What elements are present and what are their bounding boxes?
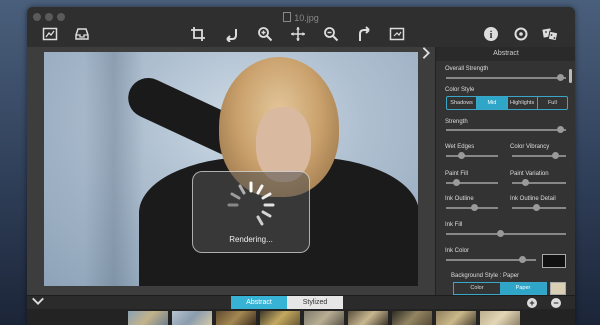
rendering-overlay: Rendering... [192, 171, 310, 253]
bottom-bar: Abstract Stylized + − [27, 295, 575, 310]
effects-icon[interactable] [541, 25, 559, 43]
collapse-chevron-down-icon[interactable] [31, 294, 45, 308]
crop-icon[interactable] [189, 25, 207, 43]
ink-fill-label: Ink Fill [445, 222, 463, 228]
redo-icon[interactable] [355, 25, 373, 43]
paint-variation-slider[interactable] [512, 179, 566, 186]
preset-thumbnail[interactable] [392, 311, 432, 325]
tab-abstract[interactable]: Abstract [231, 296, 287, 310]
fit-screen-icon[interactable] [388, 25, 406, 43]
strength-label: Strength [445, 119, 468, 125]
paint-variation-label: Paint Variation [510, 171, 549, 177]
ink-fill-slider[interactable] [446, 230, 566, 237]
strength-slider[interactable] [446, 126, 566, 133]
info-icon[interactable]: i [482, 25, 500, 43]
color-vibrancy-label: Color Vibrancy [510, 144, 550, 150]
rendering-label: Rendering... [229, 235, 273, 244]
preset-thumbnail[interactable] [216, 311, 256, 325]
preset-thumbnail[interactable] [348, 311, 388, 325]
ink-outline-detail-slider[interactable] [512, 204, 566, 211]
background-style-segmented-control: Color Paper [453, 282, 547, 295]
preset-thumbnail[interactable] [304, 311, 344, 325]
ink-color-label: Ink Color [445, 248, 470, 254]
preset-strip [27, 309, 575, 325]
app-window: 10.jpg i Rendering... Abstract Overall S… [27, 7, 575, 325]
background-style-label: Background Style : Paper [451, 273, 520, 279]
slider-knob[interactable] [551, 152, 559, 159]
ink-outline-label: Ink Outline [445, 196, 474, 202]
canvas-area[interactable]: Rendering... [27, 47, 435, 295]
undo-icon[interactable] [223, 25, 241, 43]
add-preset-button[interactable]: + [527, 298, 537, 308]
panel-title: Abstract [436, 47, 575, 61]
color-vibrancy-slider[interactable] [512, 152, 566, 159]
ink-outline-slider[interactable] [446, 204, 498, 211]
preset-thumbnail[interactable] [480, 311, 520, 325]
slider-knob[interactable] [532, 204, 540, 211]
slider-knob[interactable] [556, 126, 564, 133]
paint-fill-label: Paint Fill [445, 171, 469, 177]
collapse-panel-chevron-icon[interactable] [419, 46, 433, 60]
slider-knob[interactable] [496, 230, 504, 237]
preset-thumbnail[interactable] [436, 311, 476, 325]
zoom-in-icon[interactable] [256, 25, 274, 43]
background-style-color[interactable]: Color [454, 283, 500, 294]
color-style-highlights[interactable]: Highlights [508, 97, 538, 109]
remove-preset-button[interactable]: − [551, 298, 561, 308]
color-style-mid[interactable]: Mid [477, 97, 508, 109]
photo-preview[interactable]: Rendering... [44, 52, 418, 286]
color-style-full[interactable]: Full [538, 97, 567, 109]
paint-fill-slider[interactable] [446, 179, 498, 186]
color-style-label: Color Style [445, 87, 475, 93]
color-style-shadows[interactable]: Shadows [447, 97, 478, 109]
svg-text:i: i [490, 30, 493, 41]
window-title: 10.jpg [27, 12, 575, 23]
ink-color-swatch[interactable] [542, 254, 566, 268]
slider-knob[interactable] [556, 74, 564, 81]
preset-thumbnail[interactable] [260, 311, 300, 325]
ink-color-slider[interactable] [446, 256, 536, 263]
settings-panel: Abstract Overall Strength Color Style Sh… [435, 47, 575, 295]
zoom-out-icon[interactable] [322, 25, 340, 43]
document-icon [283, 12, 292, 22]
color-style-segmented-control: Shadows Mid Highlights Full [446, 96, 568, 110]
overall-strength-slider[interactable] [446, 74, 566, 81]
ink-outline-detail-label: Ink Outline Detail [510, 196, 556, 202]
tray-icon[interactable] [73, 25, 91, 43]
wet-edges-slider[interactable] [446, 152, 498, 159]
preset-thumbnail[interactable] [172, 311, 212, 325]
tab-stylized[interactable]: Stylized [287, 296, 343, 310]
slider-knob[interactable] [519, 256, 526, 263]
title-bar: 10.jpg i [27, 7, 575, 48]
compare-icon[interactable] [41, 25, 59, 43]
background-style-paper[interactable]: Paper [500, 283, 546, 294]
preset-thumbnail[interactable] [128, 311, 168, 325]
slider-knob[interactable] [452, 179, 460, 186]
wet-edges-label: Wet Edges [445, 144, 475, 150]
settings-icon[interactable] [512, 25, 530, 43]
panel-scrollbar[interactable] [569, 69, 572, 83]
slider-knob[interactable] [522, 179, 529, 186]
paper-texture-thumbnail[interactable] [550, 282, 566, 295]
slider-knob[interactable] [471, 204, 479, 211]
move-icon[interactable] [289, 25, 307, 43]
slider-knob[interactable] [458, 152, 466, 159]
spinner-icon [227, 181, 275, 226]
overall-strength-label: Overall Strength [445, 66, 489, 72]
